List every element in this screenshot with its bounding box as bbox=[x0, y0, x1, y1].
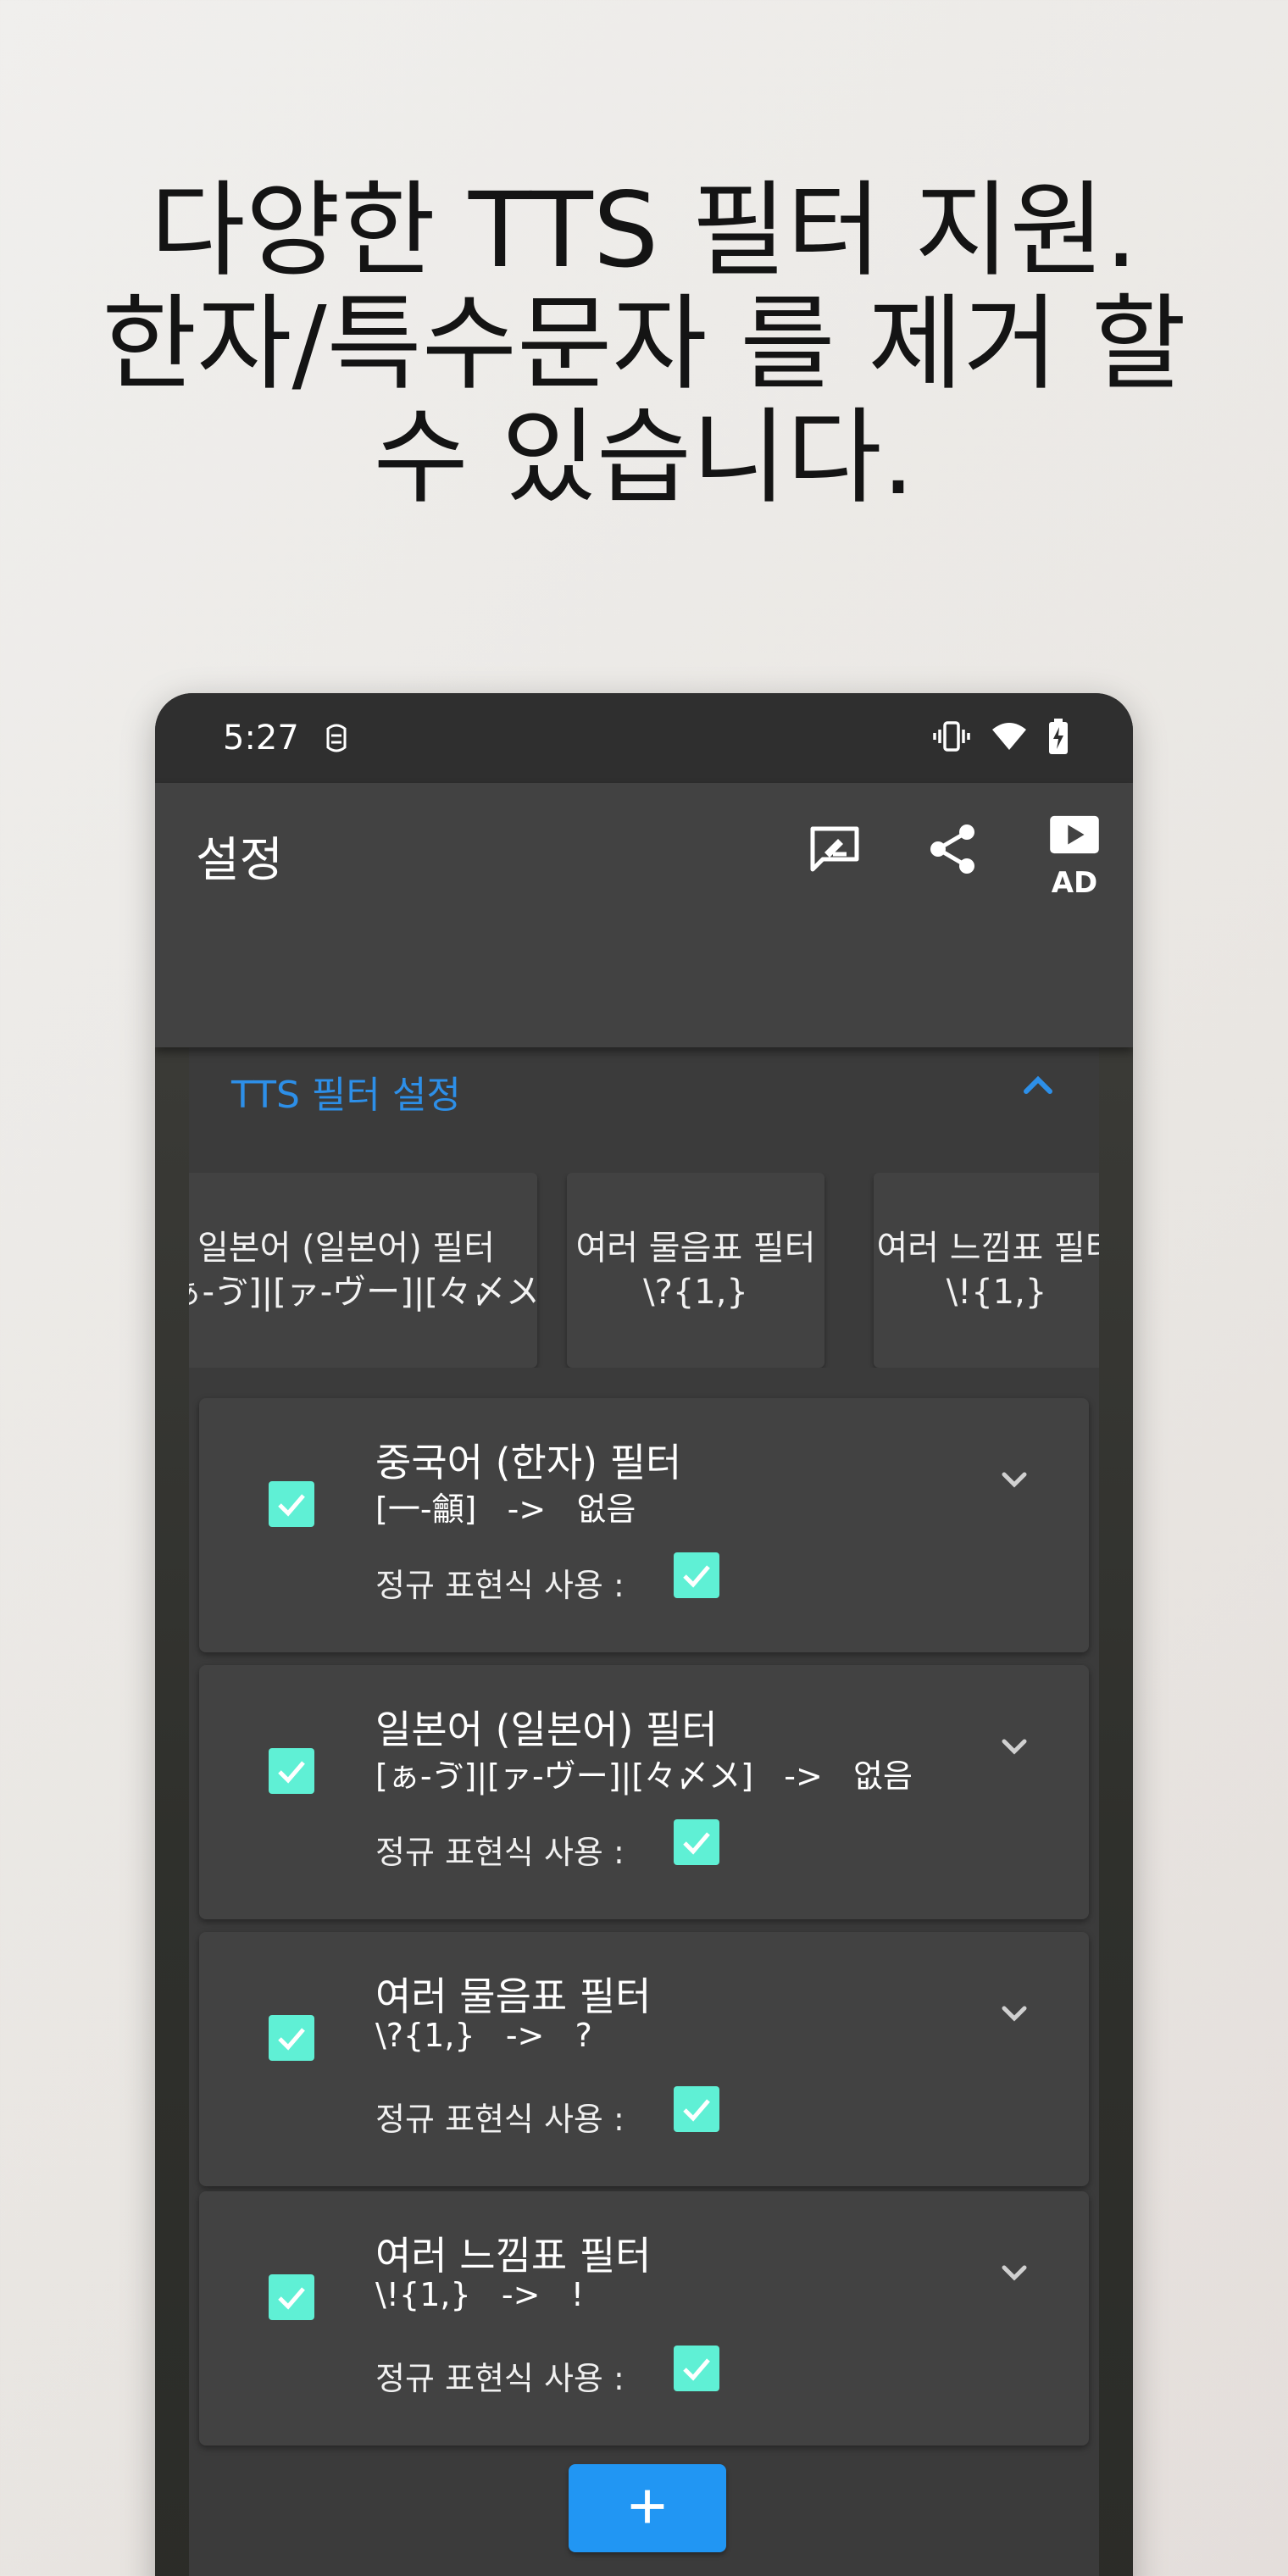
feedback-button[interactable] bbox=[801, 817, 869, 885]
chevron-down-icon[interactable] bbox=[991, 1990, 1038, 2037]
filter-pattern: [ぁ-ゔ]|[ァ-ヴー]|[々〆〤] bbox=[375, 1757, 753, 1795]
filter-name: 여러 느낌표 필터 bbox=[375, 2233, 652, 2279]
filter-card: 여러 물음표 필터 \?{1,} -> ? 정규 표현식 사용 : bbox=[199, 1932, 1089, 2186]
filter-enabled-checkbox[interactable] bbox=[269, 1748, 314, 1794]
app-bar: 설정 AD bbox=[155, 783, 1133, 1047]
filter-rule: \?{1,} -> ? bbox=[375, 2017, 592, 2054]
headline: 다양한 TTS 필터 지원. 한자/특수문자 를 제거 할 수 있습니다. bbox=[0, 174, 1288, 514]
share-button[interactable] bbox=[919, 817, 987, 885]
check-icon bbox=[278, 1494, 305, 1517]
regex-label: 정규 표현식 사용 : bbox=[375, 1567, 625, 1604]
check-icon bbox=[278, 2028, 305, 2051]
chip-name: 일본어 (일본어) 필터 bbox=[197, 1229, 496, 1268]
filter-enabled-checkbox[interactable] bbox=[269, 1481, 314, 1527]
filter-card: 여러 느낌표 필터 \!{1,} -> ! 정규 표현식 사용 : bbox=[199, 2191, 1089, 2446]
filter-pattern: [一-龥] bbox=[375, 1491, 477, 1528]
tts-filter-panel: TTS 필터 설정 일본어 (일본어) 필터 [ぁ-ゔ]|[ァ-ヴー]|[々〆〤… bbox=[189, 1047, 1099, 2576]
status-bar: 5:27 bbox=[155, 693, 1133, 783]
chevron-down-icon[interactable] bbox=[991, 2249, 1038, 2296]
chevron-up-icon[interactable] bbox=[1014, 1061, 1062, 1108]
chip-pattern: \!{1,} bbox=[946, 1273, 1047, 1312]
filter-rule: [ぁ-ゔ]|[ァ-ヴー]|[々〆〤] -> 없음 bbox=[375, 1750, 913, 1796]
chevron-down-icon[interactable] bbox=[991, 1456, 1038, 1503]
filter-rule: \!{1,} -> ! bbox=[375, 2276, 584, 2313]
content-area: TTS 필터 설정 일본어 (일본어) 필터 [ぁ-ゔ]|[ァ-ヴー]|[々〆〤… bbox=[155, 1047, 1133, 2576]
regex-label: 정규 표현식 사용 : bbox=[375, 2101, 625, 2138]
chip-pattern: [ぁ-ゔ]|[ァ-ヴー]|[々〆〤] bbox=[189, 1273, 537, 1312]
check-icon bbox=[278, 2287, 305, 2310]
filter-replacement: ? bbox=[575, 2017, 592, 2054]
filter-arrow: -> bbox=[505, 2017, 545, 2054]
regex-checkbox[interactable] bbox=[674, 1819, 719, 1865]
status-time: 5:27 bbox=[223, 719, 299, 758]
filter-card: 일본어 (일본어) 필터 [ぁ-ゔ]|[ァ-ヴー]|[々〆〤] -> 없음 정규… bbox=[199, 1665, 1089, 1919]
filter-card: 중국어 (한자) 필터 [一-龥] -> 없음 정규 표현식 사용 : bbox=[199, 1398, 1089, 1652]
preset-chip[interactable]: 여러 느낌표 필터 \!{1,} bbox=[874, 1173, 1099, 1368]
wifi-icon bbox=[991, 721, 1028, 752]
chip-name: 여러 물음표 필터 bbox=[575, 1229, 816, 1268]
filter-pattern: \!{1,} bbox=[375, 2276, 471, 2313]
battery-charging-icon bbox=[1048, 719, 1069, 754]
chevron-down-icon[interactable] bbox=[991, 1723, 1038, 1770]
feedback-icon bbox=[808, 822, 862, 880]
filter-name: 일본어 (일본어) 필터 bbox=[375, 1707, 718, 1752]
add-filter-button[interactable] bbox=[569, 2464, 726, 2552]
share-icon bbox=[926, 822, 980, 880]
vibrate-icon bbox=[933, 719, 970, 753]
regex-checkbox[interactable] bbox=[674, 2346, 719, 2391]
phone-frame: 5:27 설정 AD TTS 필터 설정 일본어 (일본어) 필터 -ゔ]|[ァ… bbox=[155, 693, 1133, 2576]
check-icon bbox=[683, 2099, 710, 2122]
preset-chip[interactable]: 여러 물음표 필터 \?{1,} bbox=[567, 1173, 824, 1368]
filter-enabled-checkbox[interactable] bbox=[269, 2274, 314, 2320]
page-title: 설정 bbox=[196, 833, 284, 888]
tts-filter-section-header[interactable]: TTS 필터 설정 bbox=[189, 1047, 1099, 1117]
filter-replacement: ! bbox=[570, 2276, 584, 2313]
regex-checkbox[interactable] bbox=[674, 1552, 719, 1598]
check-icon bbox=[683, 1832, 710, 1855]
ad-label: AD bbox=[1051, 865, 1098, 900]
section-title: TTS 필터 설정 bbox=[231, 1074, 461, 1117]
filter-rule: [一-龥] -> 없음 bbox=[375, 1483, 636, 1530]
filter-enabled-checkbox[interactable] bbox=[269, 2015, 314, 2061]
chip-name: 여러 느낌표 필터 bbox=[876, 1229, 1099, 1268]
filter-name: 여러 물음표 필터 bbox=[375, 1974, 652, 2019]
filter-pattern: \?{1,} bbox=[375, 2017, 475, 2054]
filter-arrow: -> bbox=[784, 1757, 823, 1795]
notification-badge-icon bbox=[321, 722, 352, 756]
regex-label: 정규 표현식 사용 : bbox=[375, 1834, 625, 1871]
headline-line-2: 한자/특수문자 를 제거 할 bbox=[102, 284, 1186, 404]
filter-arrow: -> bbox=[507, 1491, 547, 1528]
plus-icon bbox=[623, 2482, 672, 2534]
regex-label: 정규 표현식 사용 : bbox=[375, 2360, 625, 2397]
check-icon bbox=[278, 1761, 305, 1784]
play-ad-button[interactable]: AD bbox=[1036, 808, 1113, 902]
headline-line-1: 다양한 TTS 필터 지원. bbox=[150, 170, 1138, 291]
preset-chip-row: 일본어 (일본어) 필터 [ぁ-ゔ]|[ァ-ヴー]|[々〆〤] 여러 물음표 필… bbox=[189, 1173, 1099, 1368]
preset-chip[interactable]: 일본어 (일본어) 필터 [ぁ-ゔ]|[ァ-ヴー]|[々〆〤] bbox=[189, 1173, 537, 1368]
check-icon bbox=[683, 2358, 710, 2381]
regex-checkbox[interactable] bbox=[674, 2086, 719, 2132]
filter-replacement: 없음 bbox=[853, 1757, 913, 1795]
filter-name: 중국어 (한자) 필터 bbox=[375, 1440, 682, 1485]
play-ad-icon bbox=[1048, 814, 1101, 863]
headline-line-3: 수 있습니다. bbox=[373, 397, 915, 518]
filter-arrow: -> bbox=[501, 2276, 541, 2313]
check-icon bbox=[683, 1565, 710, 1588]
filter-replacement: 없음 bbox=[576, 1491, 636, 1528]
chip-pattern: \?{1,} bbox=[643, 1273, 748, 1312]
